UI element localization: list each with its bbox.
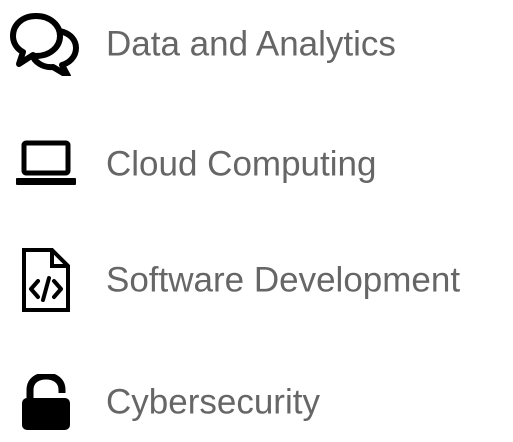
code-file-icon [8,240,84,320]
list-item-label: Software Development [106,260,461,300]
list-item-software-development: Software Development [0,240,513,320]
list-item-label: Data and Analytics [106,24,396,64]
laptop-icon [8,124,84,204]
list-item-label: Cybersecurity [106,382,320,422]
list-item-cybersecurity: Cybersecurity [0,362,513,442]
list-item-data-and-analytics: Data and Analytics [0,4,513,84]
chat-bubbles-icon [8,4,84,84]
services-list: Data and Analytics Cloud Computing Softw… [0,0,513,430]
list-item-label: Cloud Computing [106,144,377,184]
unlocked-padlock-icon [8,362,84,442]
list-item-cloud-computing: Cloud Computing [0,124,513,204]
